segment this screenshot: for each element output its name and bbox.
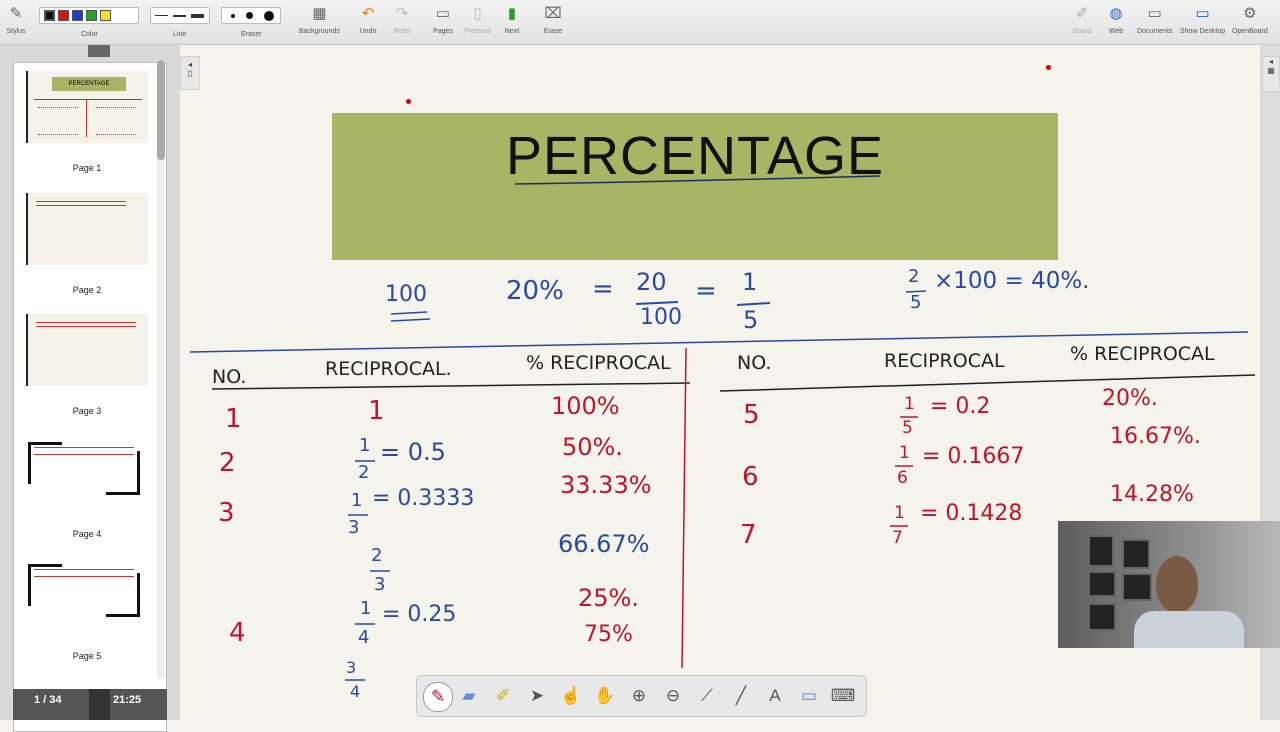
zoom-out-icon[interactable]: ⊖	[659, 682, 687, 710]
hand-icon[interactable]: ✋	[591, 682, 619, 710]
hw-recip-value: = 0.25	[382, 602, 457, 627]
hw-pct: 14.28%	[1110, 482, 1194, 507]
hw-recip-value: = 0.5	[380, 438, 446, 466]
hw-pct: 50%.	[562, 433, 623, 461]
select-area-icon[interactable]: ▭	[795, 682, 823, 710]
hw-no-2: 2	[219, 448, 236, 478]
hw-header-no: NO.	[212, 366, 247, 388]
hw-recip-num: 1	[904, 394, 915, 414]
hw-no-6: 6	[742, 462, 759, 492]
hw-pct: 20%.	[1102, 386, 1158, 411]
hw-denominator-100: 100	[640, 305, 682, 330]
hw-fraction-5: 5	[910, 292, 922, 313]
hw-equals: =	[592, 274, 614, 304]
hw-recip-den: 5	[902, 418, 913, 438]
hw-recip-den: 6	[897, 468, 908, 488]
hw-recip-den: 7	[892, 528, 903, 548]
hw-recip-value: = 0.2	[930, 394, 991, 419]
hw-no-5: 5	[743, 400, 760, 430]
hw-recip-1: 1	[368, 396, 385, 426]
pointer-icon[interactable]: ➤	[523, 682, 551, 710]
hw-recip-value: = 0.1428	[920, 501, 1023, 526]
hw-denominator-5: 5	[743, 306, 759, 334]
hw-recip-num: 1	[894, 503, 905, 523]
hw-pct: 25%.	[578, 584, 639, 612]
hw-header-no: NO.	[737, 352, 772, 374]
hw-recip-num: 1	[351, 490, 363, 511]
hw-pct: 75%	[584, 622, 633, 647]
hw-pct: 16.67%.	[1110, 424, 1201, 449]
hw-pct: 100%	[551, 392, 620, 420]
hw-recip-num: 3	[346, 658, 357, 677]
hw-header-pct-reciprocal: % RECIPROCAL	[1070, 343, 1215, 365]
hw-recip-den: 2	[358, 462, 370, 483]
hw-recip-den: 3	[348, 517, 360, 538]
hw-recip-value: = 0.1667	[922, 444, 1025, 469]
hw-recip-den: 4	[350, 682, 361, 701]
capture-icon[interactable]: ⟋	[693, 682, 721, 710]
hw-numerator-1: 1	[742, 268, 758, 296]
hw-no-1: 1	[225, 404, 242, 434]
hw-recip-num: 1	[360, 598, 372, 619]
hw-pct: 33.33%	[560, 471, 652, 499]
keyboard-icon[interactable]: ⌨	[829, 682, 857, 710]
hw-equals: =	[695, 276, 717, 306]
highlighter-icon[interactable]: ✐	[489, 682, 517, 710]
laser-icon[interactable]: ☝	[557, 682, 585, 710]
hw-recip-den: 4	[358, 627, 370, 648]
zoom-in-icon[interactable]: ⊕	[625, 682, 653, 710]
hw-recip-den: 3	[374, 574, 386, 595]
hw-20-percent: 20%	[506, 276, 564, 306]
webcam-overlay	[1058, 521, 1280, 648]
hw-recip-num: 1	[359, 435, 371, 456]
hw-100: 100	[385, 282, 427, 307]
hw-header-pct-reciprocal: % RECIPROCAL	[526, 352, 671, 374]
hw-no-3: 3	[218, 498, 235, 528]
hw-fraction-2: 2	[908, 266, 920, 287]
hw-recip-num: 1	[899, 443, 910, 463]
pen-icon[interactable]: ✎	[423, 682, 453, 712]
stylus-palette: ✎ ▰ ✐ ➤ ☝ ✋ ⊕ ⊖ ⟋ ╱ A ▭ ⌨	[416, 675, 867, 717]
hw-header-reciprocal: RECIPROCAL.	[325, 358, 452, 380]
line-icon[interactable]: ╱	[727, 682, 755, 710]
hw-recip-value: = 0.3333	[372, 486, 475, 511]
hw-recip-num: 2	[371, 545, 383, 566]
hw-40-percent: ×100 = 40%.	[934, 268, 1090, 294]
hw-no-7: 7	[740, 520, 757, 550]
text-icon[interactable]: A	[761, 682, 789, 710]
hw-no-4: 4	[229, 618, 246, 648]
hw-header-reciprocal: RECIPROCAL	[884, 350, 1005, 372]
hw-numerator-20: 20	[636, 268, 667, 296]
eraser-icon[interactable]: ▰	[455, 682, 483, 710]
hw-pct: 66.67%	[558, 530, 650, 558]
